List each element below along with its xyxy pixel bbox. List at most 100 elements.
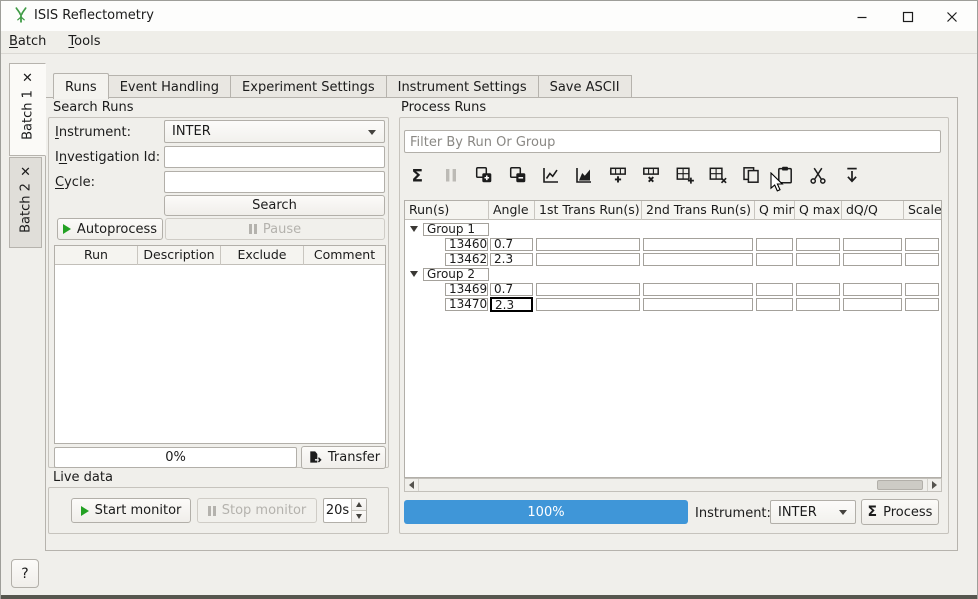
cell-trans2[interactable] — [643, 283, 753, 296]
tab-instrument-settings[interactable]: Instrument Settings — [387, 75, 539, 98]
maximize-button[interactable] — [895, 5, 921, 28]
pause-button[interactable] — [438, 162, 463, 188]
scrollbar-thumb[interactable] — [877, 480, 923, 490]
arrow-left-icon — [409, 481, 414, 489]
group-expand-icon[interactable] — [410, 226, 418, 232]
expand-all-groups-button[interactable] — [472, 162, 497, 188]
plot-selected-markers-icon — [574, 165, 594, 185]
cell-dqq[interactable] — [843, 238, 902, 251]
process-runs-table[interactable]: Run(s)Angle1st Trans Run(s)2nd Trans Run… — [404, 200, 942, 478]
instrument-combobox[interactable]: INTER — [164, 120, 385, 143]
cell-trans1[interactable] — [536, 238, 640, 251]
spinner-down-button[interactable] — [351, 511, 366, 523]
delete-group-button[interactable] — [706, 162, 731, 188]
filter-input[interactable] — [405, 132, 940, 153]
cell-runs[interactable]: 13469 — [445, 283, 488, 296]
table-row[interactable]: 134600.7 — [405, 237, 941, 252]
table-row[interactable]: 134690.7 — [405, 282, 941, 297]
transfer-button[interactable]: Transfer — [301, 446, 386, 469]
minimize-button[interactable] — [849, 5, 875, 28]
stop-monitor-button[interactable]: Stop monitor — [197, 498, 317, 523]
cell-qmax[interactable] — [796, 238, 840, 251]
plot-selected-button[interactable] — [539, 162, 564, 188]
cell-angle[interactable]: 0.7 — [490, 238, 533, 251]
table-row[interactable]: 134622.3 — [405, 252, 941, 267]
cell-scale[interactable] — [905, 298, 939, 311]
paste-button[interactable] — [772, 162, 797, 188]
cell-dqq[interactable] — [843, 283, 902, 296]
cell-qmin[interactable] — [756, 253, 793, 266]
group-row[interactable]: Group 2 — [405, 267, 941, 282]
copy-button[interactable] — [739, 162, 764, 188]
menu-item-tools[interactable]: Tools — [68, 32, 111, 52]
cell-qmax[interactable] — [796, 298, 840, 311]
cell-qmax[interactable] — [796, 283, 840, 296]
start-monitor-button[interactable]: Start monitor — [71, 498, 191, 523]
expand-all-groups-icon — [474, 165, 494, 185]
cell-scale[interactable] — [905, 253, 939, 266]
group-expand-icon[interactable] — [410, 271, 418, 277]
search-results-table[interactable]: RunDescriptionExcludeComment — [54, 245, 386, 444]
scroll-left-button[interactable] — [405, 479, 419, 491]
investigation-id-field[interactable] — [165, 149, 384, 169]
cell-qmax[interactable] — [796, 253, 840, 266]
stop-monitor-label: Stop monitor — [222, 503, 307, 518]
close-button[interactable] — [939, 5, 965, 28]
scroll-right-button[interactable] — [927, 479, 941, 491]
cell-dqq[interactable] — [843, 253, 902, 266]
process-sigma-button[interactable]: Σ — [405, 162, 430, 188]
search-button[interactable]: Search — [164, 195, 385, 216]
tab-save-ascii[interactable]: Save ASCII — [539, 75, 632, 98]
process-button[interactable]: Σ Process — [861, 499, 939, 525]
cell-trans1[interactable] — [536, 283, 640, 296]
transfer-icon — [307, 450, 322, 465]
cell-trans1[interactable] — [536, 253, 640, 266]
update-interval-value[interactable]: 20s — [324, 499, 351, 522]
cell-trans2[interactable] — [643, 298, 753, 311]
group-name-cell[interactable]: Group 2 — [423, 268, 489, 281]
menu-item-batch[interactable]: Batch — [9, 32, 57, 52]
cell-dqq[interactable] — [843, 298, 902, 311]
horizontal-scrollbar[interactable] — [404, 478, 942, 492]
cell-qmin[interactable] — [756, 298, 793, 311]
cell-trans2[interactable] — [643, 238, 753, 251]
insert-group-button[interactable] — [672, 162, 697, 188]
process-instrument-label: Instrument: — [695, 506, 771, 521]
batch-tab-2[interactable]: ✕Batch 2 — [9, 157, 42, 248]
batch-tab-close-icon[interactable]: ✕ — [10, 72, 45, 85]
cell-trans2[interactable] — [643, 253, 753, 266]
tab-experiment-settings[interactable]: Experiment Settings — [231, 75, 387, 98]
delete-row-button[interactable] — [639, 162, 664, 188]
collapse-all-groups-button[interactable] — [505, 162, 530, 188]
process-instrument-value: INTER — [778, 505, 817, 520]
cell-scale[interactable] — [905, 283, 939, 296]
cell-runs[interactable]: 13462 — [445, 253, 488, 266]
help-button[interactable]: ? — [11, 559, 39, 588]
cell-scale[interactable] — [905, 238, 939, 251]
tab-event-handling[interactable]: Event Handling — [109, 75, 231, 98]
cell-angle[interactable]: 2.3 — [490, 253, 533, 266]
cell-runs[interactable]: 13470 — [445, 298, 488, 311]
cell-qmin[interactable] — [756, 238, 793, 251]
batch-tab-close-icon[interactable]: ✕ — [10, 166, 41, 179]
pause-button[interactable]: Pause — [165, 218, 385, 240]
cycle-field[interactable] — [165, 174, 384, 194]
cut-button[interactable] — [806, 162, 831, 188]
batch-tab-1[interactable]: ✕Batch 1 — [9, 63, 46, 156]
insert-row-button[interactable] — [605, 162, 630, 188]
cell-runs[interactable]: 13460 — [445, 238, 488, 251]
cell-trans1[interactable] — [536, 298, 640, 311]
group-name-cell[interactable]: Group 1 — [423, 223, 489, 236]
spinner-up-button[interactable] — [351, 499, 366, 511]
process-instrument-combobox[interactable]: INTER — [770, 500, 856, 524]
tab-runs[interactable]: Runs — [53, 73, 109, 99]
cell-angle-focused[interactable]: 2.3 — [490, 297, 533, 312]
cell-qmin[interactable] — [756, 283, 793, 296]
table-row[interactable]: 134702.3 — [405, 297, 941, 312]
fill-down-button[interactable] — [839, 162, 864, 188]
autoprocess-button[interactable]: Autoprocess — [57, 218, 163, 240]
group-row[interactable]: Group 1 — [405, 222, 941, 237]
cell-angle[interactable]: 0.7 — [490, 283, 533, 296]
pause-icon — [441, 165, 461, 185]
plot-selected-markers-button[interactable] — [572, 162, 597, 188]
